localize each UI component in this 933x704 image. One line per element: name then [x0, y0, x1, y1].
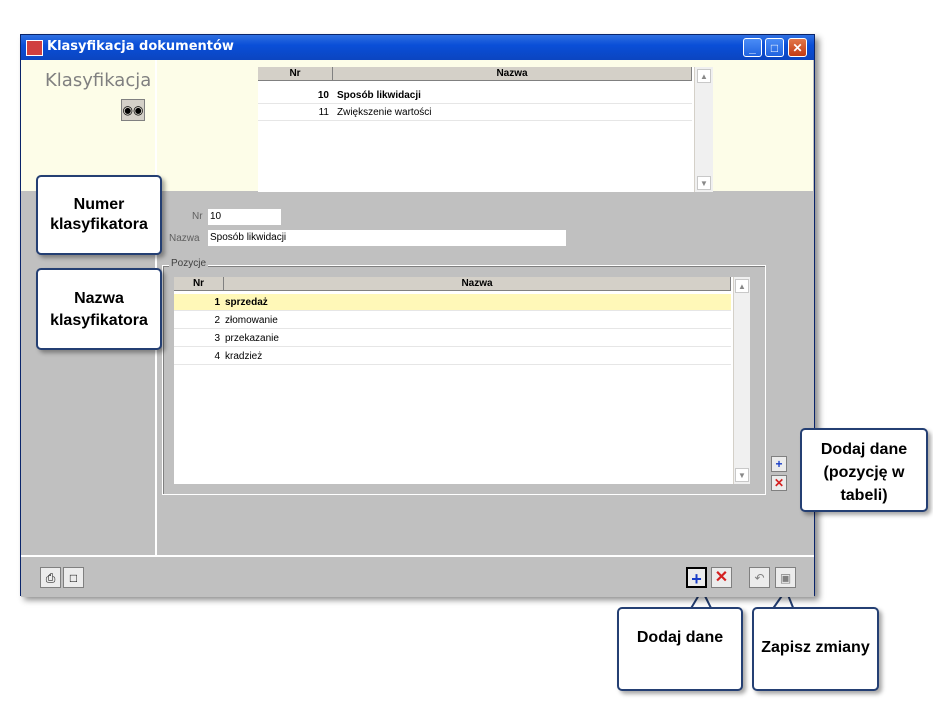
table-row[interactable]: 3 przekazanie: [174, 330, 731, 347]
close-icon[interactable]: ✕: [788, 38, 807, 57]
vertical-scrollbar[interactable]: ▲ ▼: [733, 277, 750, 484]
add-position-button[interactable]: +: [771, 456, 787, 472]
table-row-selected[interactable]: 1 sprzedaż: [174, 294, 731, 311]
row-name: sprzedaż: [225, 297, 268, 308]
callout-dodaj-pozycje: Dodaj dane (pozycję w tabeli): [800, 428, 928, 512]
classification-table: Nr Nazwa 10 Sposób likwidacji 11 Zwiększen…: [258, 67, 713, 192]
row-name: przekazanie: [225, 333, 279, 344]
callout-nazwa-klasyfikatora: Nazwa klasyfikatora: [36, 268, 162, 350]
table-row[interactable]: 10 Sposób likwidacji: [258, 87, 692, 104]
row-name: kradzież: [225, 351, 263, 362]
callout-dodaj-dane: Dodaj dane: [617, 607, 743, 691]
table-row[interactable]: 4 kradzież: [174, 348, 731, 365]
row-nr: 11: [318, 107, 329, 118]
title-bar[interactable]: Klasyfikacja dokumentów _ □ ✕: [21, 35, 814, 60]
callout-numer-klasyfikatora: Numer klasyfikatora: [36, 175, 162, 255]
row-nr: 2: [214, 315, 220, 326]
monitor-icon[interactable]: □: [63, 567, 84, 588]
row-name: Zwiększenie wartości: [337, 107, 432, 118]
row-name: Sposób likwidacji: [337, 90, 421, 101]
positions-table: Nr Nazwa 1 sprzedaż 2 złomowanie 3 przekaza…: [174, 277, 750, 484]
row-name: złomowanie: [225, 315, 278, 326]
positions-group-label: Pozycje: [169, 258, 209, 269]
column-header-nr[interactable]: Nr: [258, 67, 333, 81]
table-row[interactable]: 11 Zwiększenie wartości: [258, 104, 692, 121]
panel-title: Klasyfikacja: [45, 70, 152, 91]
column-header-nazwa[interactable]: Nazwa: [224, 277, 731, 291]
vertical-scrollbar[interactable]: ▲ ▼: [694, 67, 713, 192]
column-header-nr[interactable]: Nr: [174, 277, 224, 291]
printer-icon[interactable]: ⎙: [40, 567, 61, 588]
app-icon: [26, 40, 43, 56]
scroll-up-icon[interactable]: ▲: [735, 279, 749, 293]
delete-position-button[interactable]: ✕: [771, 475, 787, 491]
scroll-up-icon[interactable]: ▲: [697, 69, 711, 83]
minimize-icon[interactable]: _: [743, 38, 762, 57]
nazwa-label: Nazwa: [169, 233, 200, 244]
table-row[interactable]: 2 złomowanie: [174, 312, 731, 329]
delete-button[interactable]: ✕: [711, 567, 732, 588]
nr-field[interactable]: 10: [208, 209, 281, 225]
callout-zapisz-zmiany: Zapisz zmiany: [752, 607, 879, 691]
row-nr: 3: [214, 333, 220, 344]
row-nr: 1: [214, 297, 220, 308]
row-nr: 10: [317, 90, 329, 101]
binoculars-icon[interactable]: ◉◉: [121, 99, 145, 121]
scroll-down-icon[interactable]: ▼: [697, 176, 711, 190]
add-button[interactable]: +: [686, 567, 707, 589]
floppy-icon[interactable]: ▣: [775, 567, 796, 588]
row-nr: 4: [214, 351, 220, 362]
nazwa-field[interactable]: Sposób likwidacji: [208, 230, 566, 246]
nr-label: Nr: [192, 211, 203, 222]
scroll-down-icon[interactable]: ▼: [735, 468, 749, 482]
maximize-icon[interactable]: □: [765, 38, 784, 57]
column-header-nazwa[interactable]: Nazwa: [333, 67, 692, 81]
undo-icon[interactable]: ↶: [749, 567, 770, 588]
bottom-toolbar: ⎙ □ + ✕ ↶ ▣: [21, 555, 814, 597]
window-title: Klasyfikacja dokumentów: [47, 39, 234, 54]
